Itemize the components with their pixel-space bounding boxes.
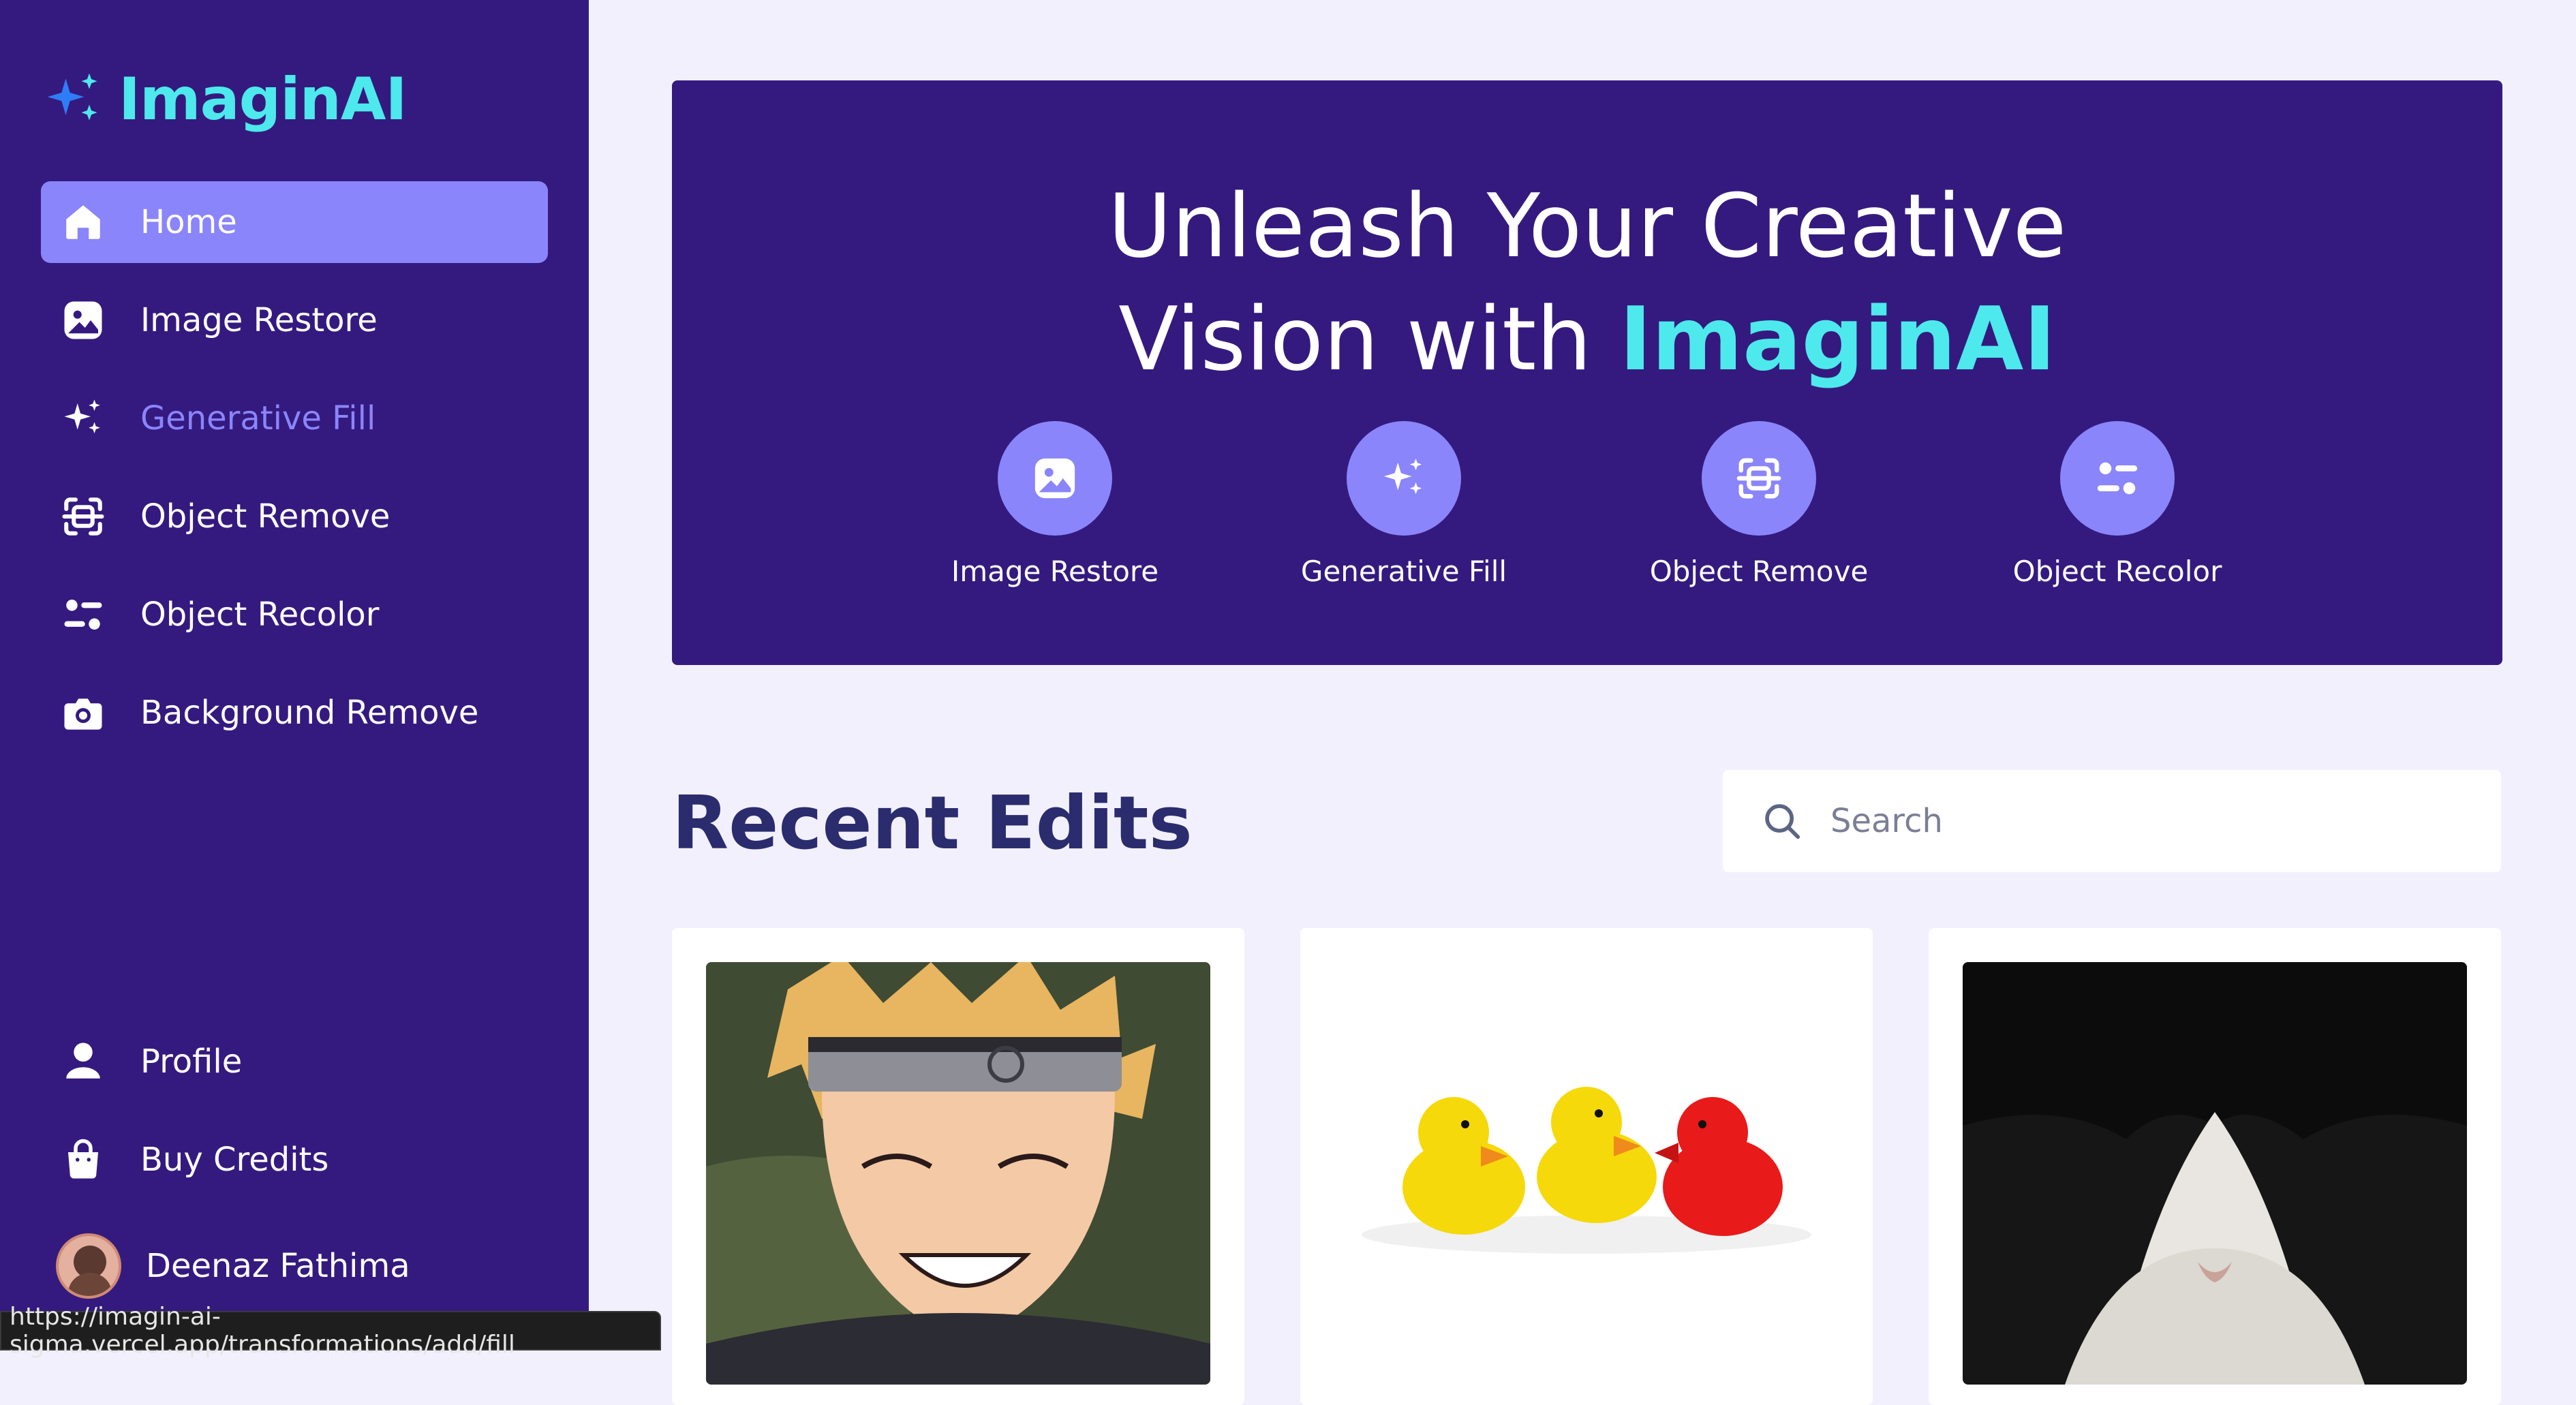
search-input[interactable] [1829, 801, 2445, 841]
camera-icon [60, 690, 106, 736]
bag-icon [60, 1137, 106, 1183]
hero-title-brand: ImaginAI [1619, 289, 2056, 390]
sidebar-item-label: Home [140, 203, 237, 241]
sidebar-item-profile[interactable]: Profile [41, 1021, 548, 1102]
sidebar-item-home[interactable]: Home [41, 181, 548, 263]
search-icon [1765, 804, 1800, 839]
status-bar-url: https://imagin-ai-sigma.vercel.app/trans… [0, 1303, 661, 1359]
sparkles-logo-icon [47, 73, 97, 121]
hero-tool-object-recolor[interactable]: Object Recolor [1974, 421, 2260, 588]
avatar[interactable] [56, 1233, 121, 1299]
hero-title-line2: Vision with ImaginAI [672, 283, 2502, 397]
image-icon [60, 297, 106, 343]
cat-closeup-image[interactable] [1963, 962, 2467, 1385]
image-icon [998, 421, 1112, 536]
hero-tool-object-remove[interactable]: Object Remove [1616, 421, 1902, 588]
sparkles-icon [1347, 421, 1461, 536]
logo-text: ImaginAI [119, 65, 407, 134]
anime-character-image[interactable] [706, 962, 1210, 1385]
sidebar-item-background-remove[interactable]: Background Remove [41, 672, 548, 754]
user-profile[interactable]: Deenaz Fathima [56, 1232, 410, 1300]
scan-icon [60, 493, 106, 540]
search-box[interactable] [1723, 770, 2501, 872]
sidebar-item-label: Generative Fill [140, 399, 376, 437]
sidebar-item-buy-credits[interactable]: Buy Credits [41, 1119, 548, 1201]
sidebar-item-object-recolor[interactable]: Object Recolor [41, 574, 548, 655]
hero-tool-image-restore[interactable]: Image Restore [912, 421, 1198, 588]
user-name: Deenaz Fathima [146, 1247, 410, 1285]
hero-tool-label: Generative Fill [1300, 555, 1507, 588]
recent-edit-card[interactable] [1929, 928, 2501, 1405]
hero-title: Unleash Your Creative Vision with Imagin… [672, 170, 2502, 397]
filter-icon [2060, 421, 2175, 536]
sidebar-item-generative-fill[interactable]: Generative Fill [41, 377, 548, 459]
rubber-ducks-image[interactable] [1334, 962, 1839, 1385]
logo[interactable]: ImaginAI [42, 59, 407, 140]
sidebar-item-object-remove[interactable]: Object Remove [41, 476, 548, 557]
sidebar-item-label: Background Remove [140, 694, 479, 732]
hero-tool-generative-fill[interactable]: Generative Fill [1261, 421, 1547, 588]
sidebar: ImaginAI Home Image Restore Generative F… [0, 0, 589, 1350]
hero-banner: Unleash Your Creative Vision with Imagin… [672, 80, 2502, 665]
hero-tool-label: Image Restore [951, 555, 1159, 588]
user-icon [60, 1038, 106, 1085]
recent-edit-card[interactable] [672, 928, 1244, 1405]
hero-title-prefix: Vision with [1118, 289, 1620, 390]
home-icon [60, 199, 106, 245]
hero-tool-label: Object Remove [1649, 555, 1869, 588]
sidebar-item-label: Object Recolor [140, 596, 380, 634]
filter-icon [60, 591, 106, 638]
sidebar-item-label: Profile [140, 1043, 243, 1081]
sidebar-item-label: Image Restore [140, 301, 378, 339]
sparkles-icon [60, 395, 106, 442]
sidebar-item-label: Buy Credits [140, 1141, 329, 1179]
hero-tool-label: Object Recolor [2012, 555, 2222, 588]
hero-title-line1: Unleash Your Creative [1107, 176, 2067, 277]
scan-icon [1702, 421, 1816, 536]
recent-edits-title: Recent Edits [672, 781, 1193, 866]
sidebar-item-image-restore[interactable]: Image Restore [41, 279, 548, 361]
recent-edit-card[interactable] [1300, 928, 1873, 1405]
sidebar-item-label: Object Remove [140, 497, 390, 536]
